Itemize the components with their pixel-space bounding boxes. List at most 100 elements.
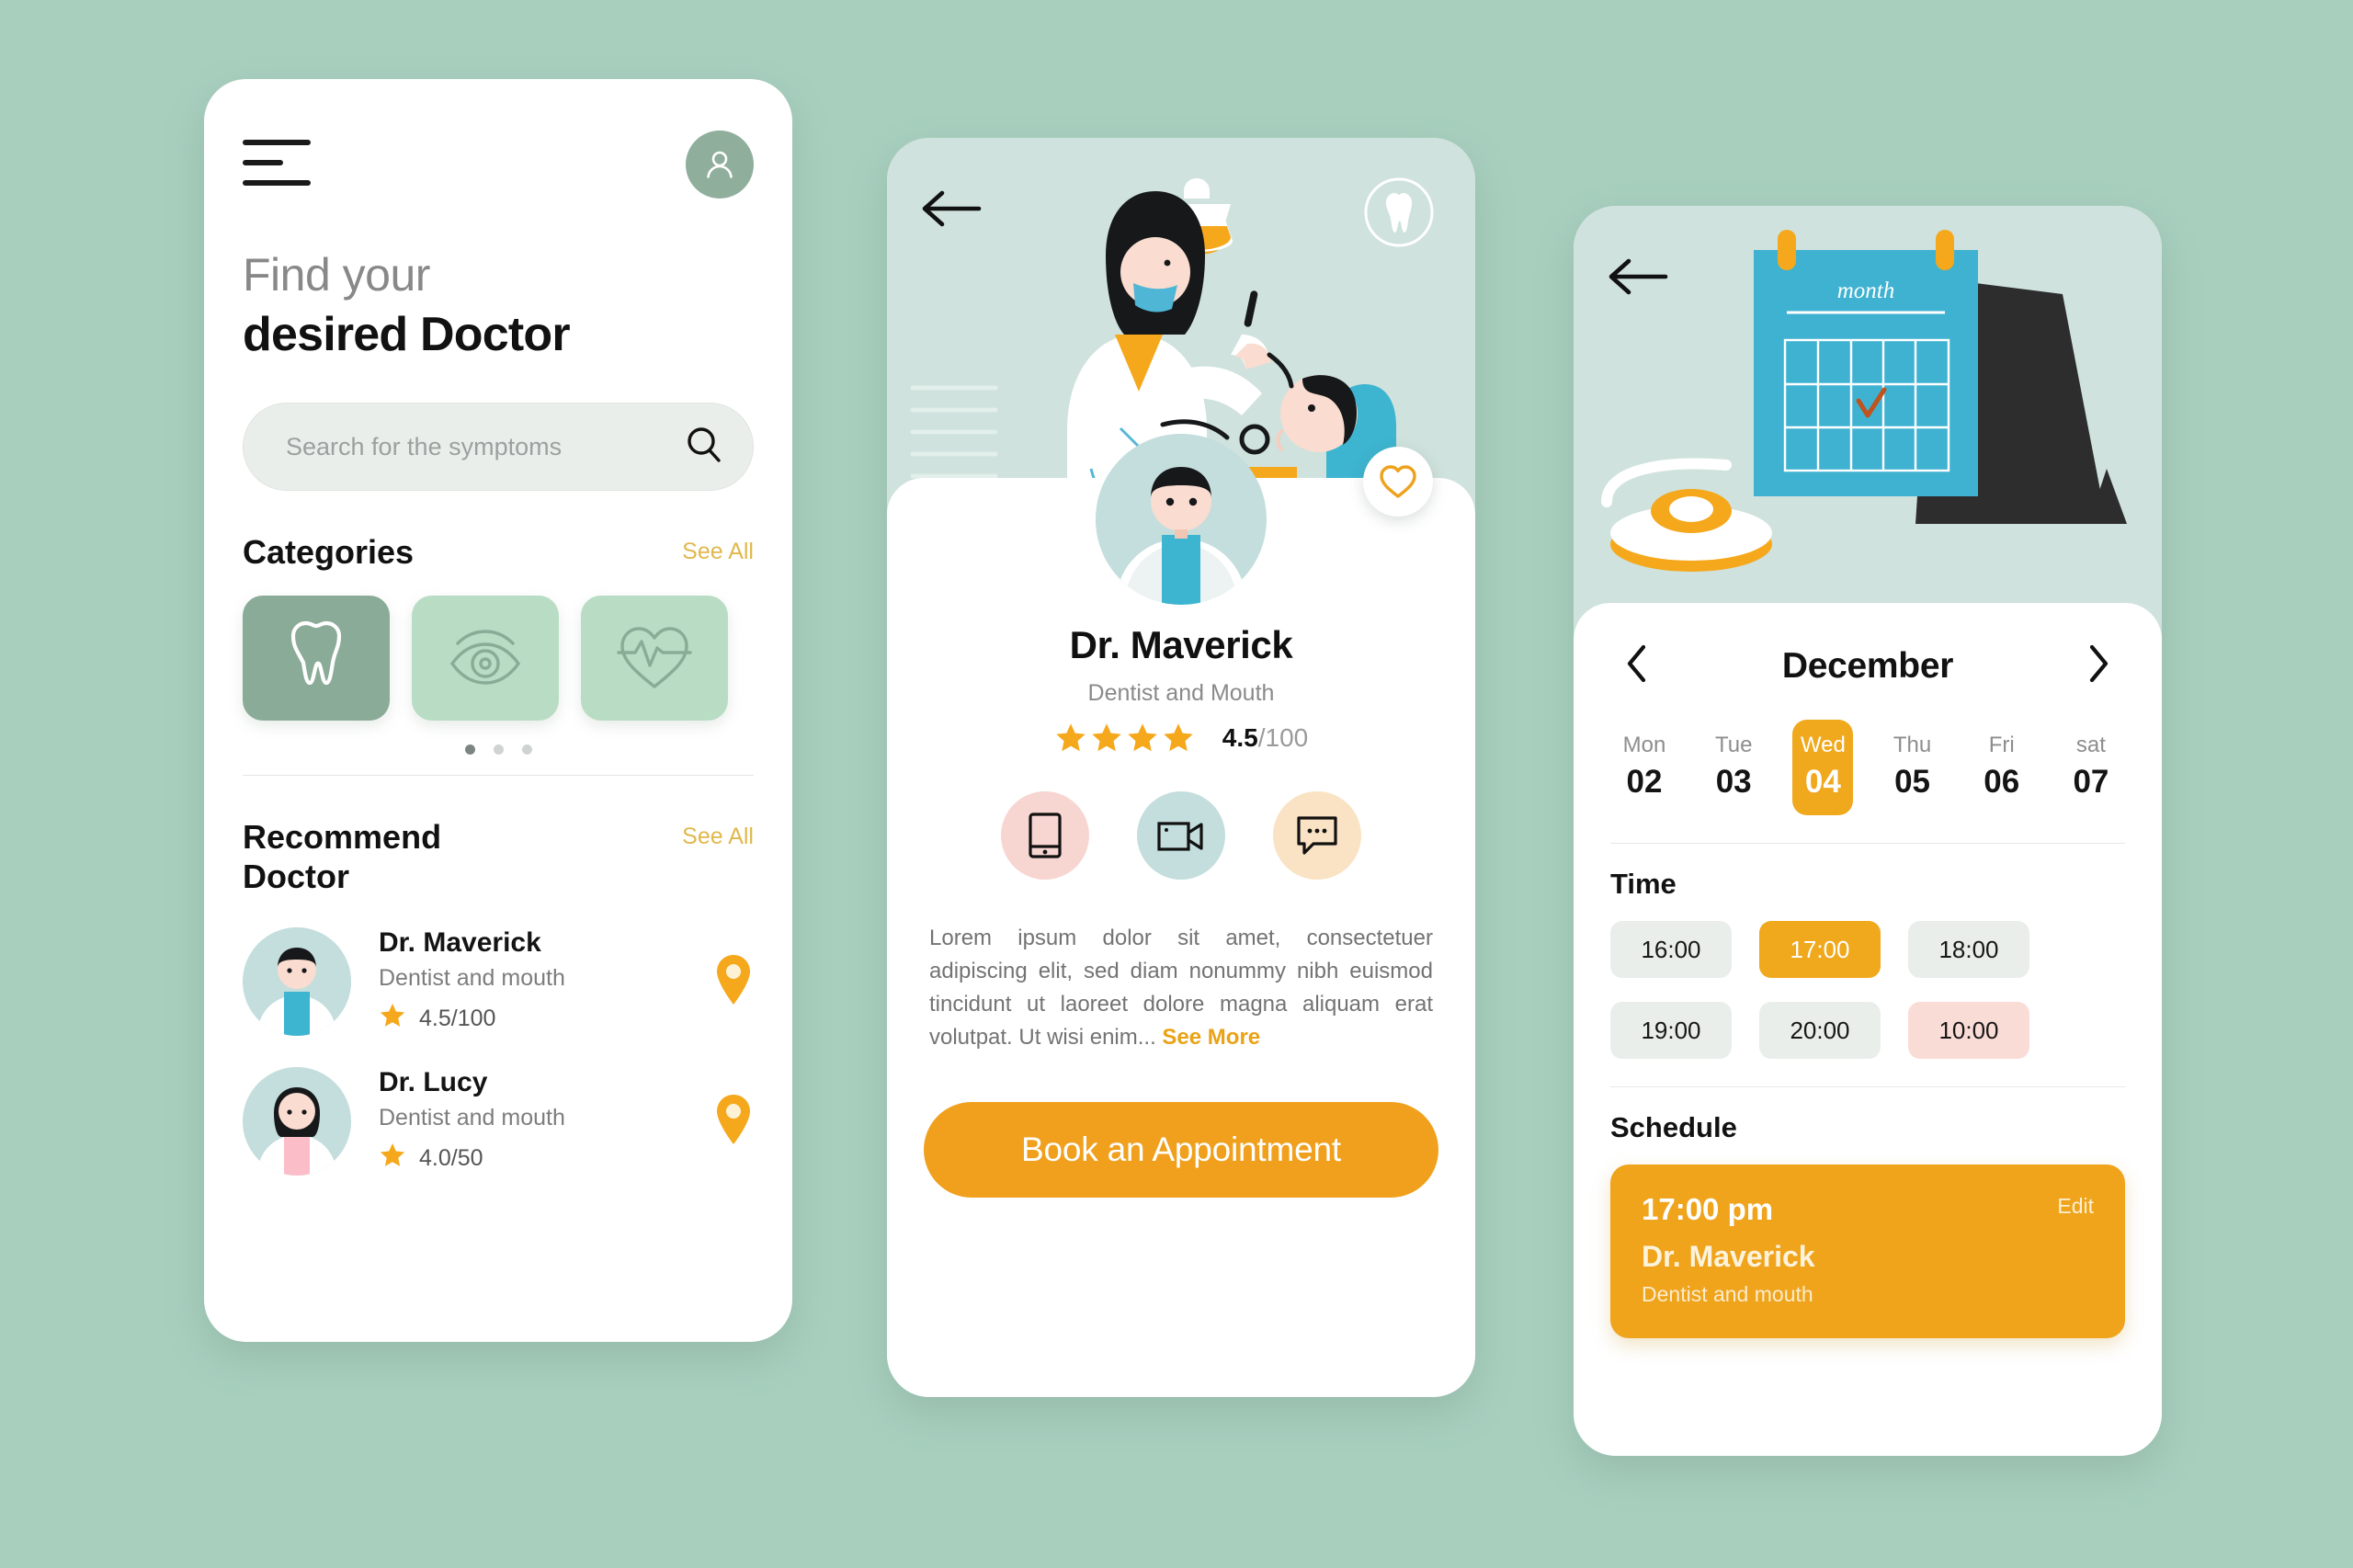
time-slot[interactable]: 19:00: [1610, 1002, 1732, 1059]
schedule-card[interactable]: Edit 17:00 pm Dr. Maverick Dentist and m…: [1610, 1165, 2125, 1338]
doctor-specialty: Dentist and mouth: [379, 965, 565, 992]
day-number: 04: [1804, 764, 1841, 800]
star-icon: [1128, 723, 1157, 752]
day-cell-mon[interactable]: Mon 02: [1614, 720, 1675, 815]
divider: [1610, 843, 2125, 844]
current-month: December: [1781, 645, 1954, 686]
day-number: 07: [2073, 764, 2109, 800]
week-days-strip: Mon 02 Tue 03 Wed 04 Thu 05 Fri 06 sat 0…: [1610, 720, 2125, 815]
categories-header: Categories See All: [204, 533, 792, 572]
recommend-title: Recommend Doctor: [243, 818, 441, 896]
time-slot[interactable]: 18:00: [1908, 921, 2029, 978]
star-rating: [1054, 722, 1195, 755]
doctor-rating: 4.5/100: [379, 1002, 713, 1036]
carousel-dots: [204, 744, 792, 756]
day-label: sat: [2075, 733, 2106, 757]
day-number: 05: [1894, 764, 1931, 800]
chevron-left-icon[interactable]: [1625, 643, 1649, 688]
tooth-icon: [282, 618, 350, 699]
divider: [243, 775, 754, 777]
category-tile-dental[interactable]: [243, 596, 390, 722]
day-number: 02: [1626, 764, 1663, 800]
day-number: 03: [1715, 764, 1752, 800]
doctor-info: Dr. Lucy Dentist and mouth 4.0/50: [379, 1067, 713, 1176]
day-label: Tue: [1714, 733, 1753, 757]
carousel-dot-active[interactable]: [464, 744, 475, 756]
list-item[interactable]: Dr. Maverick Dentist and mouth 4.5/100: [204, 927, 792, 1037]
phone-icon[interactable]: [1001, 791, 1089, 880]
day-cell-sat[interactable]: sat 07: [2061, 720, 2121, 815]
time-slot[interactable]: 20:00: [1759, 1002, 1881, 1059]
category-tile-eye[interactable]: [412, 596, 559, 722]
location-pin-icon[interactable]: [713, 953, 754, 1011]
time-section-title: Time: [1610, 868, 1677, 900]
day-cell-thu[interactable]: Thu 05: [1882, 720, 1943, 815]
doctor-specialty: Dentist and mouth: [379, 1105, 565, 1131]
app-header: [204, 79, 792, 200]
female-doctor-avatar: [243, 1067, 351, 1176]
schedule-time: 17:00 pm: [1642, 1192, 1774, 1226]
rating-max: 100: [1265, 723, 1309, 752]
doctor-description: Lorem ipsum dolor sit amet, consectetuer…: [924, 922, 1438, 1054]
booking-sheet: December Mon 02 Tue 03 Wed 04 Thu 05 Fri…: [1574, 603, 2162, 1456]
back-arrow-icon[interactable]: [1605, 256, 1669, 302]
day-label: Wed: [1800, 733, 1846, 757]
carousel-dot[interactable]: [493, 744, 504, 756]
doctor-rating: 4.5/100: [924, 722, 1438, 755]
day-number: 06: [1984, 764, 2020, 800]
search-icon[interactable]: [683, 424, 725, 471]
calendar-month-label: month: [1837, 278, 1895, 303]
chat-bubble-icon[interactable]: [1273, 791, 1361, 880]
calendar-and-stethoscope-illustration: month: [1574, 206, 2162, 592]
schedule-doctor-specialty: Dentist and mouth: [1642, 1282, 1813, 1306]
star-icon: [1056, 723, 1086, 752]
edit-schedule-link[interactable]: Edit: [2057, 1194, 2094, 1219]
rating-text: 4.5/100: [1222, 723, 1308, 753]
day-cell-fri[interactable]: Fri 06: [1972, 720, 2032, 815]
recommend-see-all[interactable]: See All: [682, 824, 754, 850]
video-camera-icon[interactable]: [1137, 791, 1225, 880]
day-cell-wed-selected[interactable]: Wed 04: [1792, 720, 1854, 815]
rating-sep: /: [1257, 723, 1266, 752]
time-slot-grid: 16:00 17:00 18:00 19:00 20:00 10:00: [1610, 921, 2125, 1059]
search-bar[interactable]: [243, 403, 754, 491]
day-label: Thu: [1893, 733, 1932, 757]
carousel-dot[interactable]: [521, 744, 532, 756]
chevron-right-icon[interactable]: [2086, 643, 2110, 688]
time-slot-unavailable[interactable]: 10:00: [1908, 1002, 2029, 1059]
doctor-rating-value: 4.5/100: [419, 1006, 496, 1032]
doctor-info: Dr. Maverick Dentist and mouth 4.5/100: [379, 927, 713, 1036]
back-arrow-icon[interactable]: [918, 187, 983, 234]
list-item[interactable]: Dr. Lucy Dentist and mouth 4.0/50: [204, 1067, 792, 1176]
heart-outline-icon[interactable]: [1363, 447, 1433, 517]
doctor-profile-avatar: [1096, 434, 1267, 605]
user-avatar-icon[interactable]: [686, 131, 754, 199]
location-pin-icon[interactable]: [713, 1093, 754, 1151]
hamburger-line: [243, 140, 311, 145]
male-doctor-avatar: [243, 927, 351, 1037]
doctor-rating-value: 4.0/50: [419, 1145, 483, 1172]
categories-see-all[interactable]: See All: [682, 539, 754, 565]
star-icon: [1164, 723, 1193, 752]
schedule-section-title: Schedule: [1610, 1111, 1737, 1143]
time-slot[interactable]: 16:00: [1610, 921, 1732, 978]
day-cell-tue[interactable]: Tue 03: [1703, 720, 1764, 815]
recommend-header: Recommend Doctor See All: [204, 818, 792, 896]
tooth-badge-icon: [1363, 176, 1435, 248]
title-line-bold: desired Doctor: [243, 308, 571, 361]
screen-doctor-detail: Dr. Maverick Dentist and Mouth 4.5/100 L…: [887, 138, 1475, 1397]
star-icon: [379, 1142, 406, 1176]
hamburger-icon[interactable]: [243, 131, 311, 200]
hamburger-line: [243, 180, 311, 186]
doctor-specialty: Dentist and Mouth: [1087, 680, 1275, 706]
doctor-name: Dr. Lucy: [379, 1067, 488, 1098]
time-slot-selected[interactable]: 17:00: [1759, 921, 1881, 978]
see-more-link[interactable]: See More: [1162, 1025, 1260, 1050]
category-tile-cardio[interactable]: [581, 596, 728, 722]
month-selector: December: [1610, 603, 2125, 688]
book-appointment-button[interactable]: Book an Appointment: [924, 1102, 1438, 1198]
screen-find-doctor: Find your desired Doctor Categories See …: [204, 79, 792, 1342]
search-input[interactable]: [286, 432, 683, 461]
doctor-detail-sheet: Dr. Maverick Dentist and Mouth 4.5/100 L…: [887, 434, 1475, 1397]
schedule-doctor-name: Dr. Maverick: [1642, 1240, 1815, 1273]
